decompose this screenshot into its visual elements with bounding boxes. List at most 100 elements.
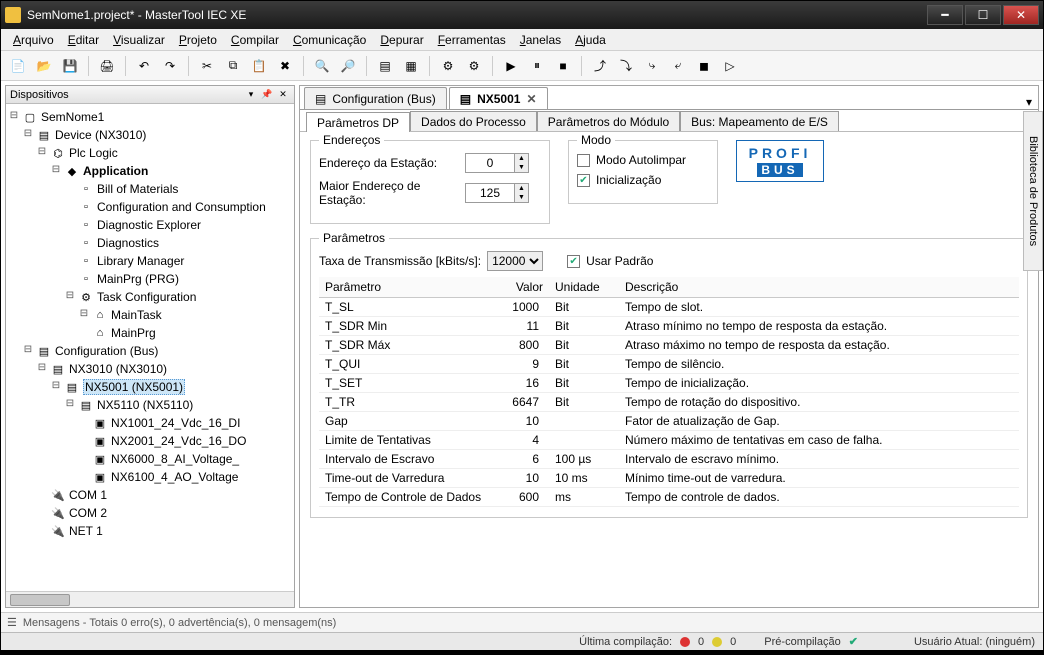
tree-node[interactable]: ▫Diagnostics	[8, 234, 292, 252]
tree-node[interactable]: ⊟▤NX3010 (NX3010)	[8, 360, 292, 378]
itab-1[interactable]: Dados do Processo	[410, 111, 537, 131]
tree-node[interactable]: ▫MainPrg (PRG)	[8, 270, 292, 288]
minimize-button[interactable]: ━	[927, 5, 963, 25]
param-row[interactable]: T_SET16BitTempo de inicialização.	[319, 374, 1019, 393]
find-icon[interactable]: 🔍	[311, 55, 333, 77]
device-tree[interactable]: ⊟▢SemNome1⊟▤Device (NX3010)⊟⌬Plc Logic⊟◆…	[6, 104, 294, 591]
copy-icon[interactable]: ⧉	[222, 55, 244, 77]
param-row[interactable]: Tempo de Controle de Dados600msTempo de …	[319, 488, 1019, 507]
tree-node[interactable]: ▫Library Manager	[8, 252, 292, 270]
check-inicializacao[interactable]: ✔	[577, 174, 590, 187]
step-return-icon[interactable]: ⤶	[667, 55, 689, 77]
tree-node[interactable]: ⊟⌬Plc Logic	[8, 144, 292, 162]
tabs-dropdown-icon[interactable]: ▾	[1026, 95, 1032, 109]
menu-compilar[interactable]: Compilar	[225, 31, 285, 49]
tab-nx5001[interactable]: ▤ NX5001 ✕	[449, 87, 548, 109]
next-icon[interactable]: ▷	[719, 55, 741, 77]
refs-icon[interactable]: ▦	[400, 55, 422, 77]
tree-node[interactable]: ⊟▤NX5110 (NX5110)	[8, 396, 292, 414]
menu-projeto[interactable]: Projeto	[173, 31, 223, 49]
tree-node[interactable]: ▫Diagnostic Explorer	[8, 216, 292, 234]
endereco-value[interactable]	[466, 155, 514, 171]
tree-node[interactable]: ▣NX1001_24_Vdc_16_DI	[8, 414, 292, 432]
tree-node[interactable]: ⊟▤Device (NX3010)	[8, 126, 292, 144]
param-row[interactable]: T_SL1000BitTempo de slot.	[319, 298, 1019, 317]
tree-node[interactable]: ⌂MainPrg	[8, 324, 292, 342]
play-icon[interactable]: ▶	[500, 55, 522, 77]
param-row[interactable]: Intervalo de Escravo6100 µsIntervalo de …	[319, 450, 1019, 469]
step-over-icon[interactable]: ⤴	[589, 55, 611, 77]
param-row[interactable]: T_QUI9BitTempo de silêncio.	[319, 355, 1019, 374]
stop2-icon[interactable]: ◼	[693, 55, 715, 77]
tree-node[interactable]: ▣NX6000_8_AI_Voltage_	[8, 450, 292, 468]
menu-ajuda[interactable]: Ajuda	[569, 31, 612, 49]
paste-icon[interactable]: 📋	[248, 55, 270, 77]
redo-icon[interactable]: ↷	[159, 55, 181, 77]
cut-icon[interactable]: ✂	[196, 55, 218, 77]
menu-comunicação[interactable]: Comunicação	[287, 31, 372, 49]
spin-up-icon[interactable]: ▲	[514, 184, 528, 193]
param-row[interactable]: Limite de Tentativas4Número máximo de te…	[319, 431, 1019, 450]
close-button[interactable]: ✕	[1003, 5, 1039, 25]
biblioteca-produtos-tab[interactable]: Biblioteca de Produtos	[1023, 111, 1043, 271]
tree-node[interactable]: ⊟▤Configuration (Bus)	[8, 342, 292, 360]
tree-node[interactable]: 🔌COM 2	[8, 504, 292, 522]
check-autolimpar[interactable]	[577, 154, 590, 167]
delete-icon[interactable]: ✖	[274, 55, 296, 77]
save-icon[interactable]: 💾	[59, 55, 81, 77]
param-row[interactable]: T_SDR Min11BitAtraso mínimo no tempo de …	[319, 317, 1019, 336]
menu-janelas[interactable]: Janelas	[514, 31, 567, 49]
open-icon[interactable]: 📂	[33, 55, 55, 77]
maior-endereco-value[interactable]	[466, 185, 514, 201]
itab-2[interactable]: Parâmetros do Módulo	[537, 111, 680, 131]
tree-node[interactable]: ⊟▢SemNome1	[8, 108, 292, 126]
param-row[interactable]: Time-out de Varredura1010 msMínimo time-…	[319, 469, 1019, 488]
panel-pin-icon[interactable]: 📌	[260, 88, 274, 102]
tree-node[interactable]: ▫Bill of Materials	[8, 180, 292, 198]
print-icon[interactable]: 🖨	[96, 55, 118, 77]
spin-up-icon[interactable]: ▲	[514, 154, 528, 163]
endereco-estacao-input[interactable]: ▲▼	[465, 153, 529, 173]
tree-hscrollbar[interactable]	[6, 591, 294, 607]
tree-node[interactable]: ▣NX2001_24_Vdc_16_DO	[8, 432, 292, 450]
new-icon[interactable]: 📄	[7, 55, 29, 77]
maior-endereco-input[interactable]: ▲▼	[465, 183, 529, 203]
tree-node[interactable]: ⊟▤NX5001 (NX5001)	[8, 378, 292, 396]
tab-configuration-bus[interactable]: ▤ Configuration (Bus)	[304, 87, 447, 109]
tree-node[interactable]: ▫Configuration and Consumption	[8, 198, 292, 216]
pause-icon[interactable]: ⏸	[526, 55, 548, 77]
param-row[interactable]: T_SDR Máx800BitAtraso máximo no tempo de…	[319, 336, 1019, 355]
spin-down-icon[interactable]: ▼	[514, 193, 528, 202]
tree-node[interactable]: ⊟⚙Task Configuration	[8, 288, 292, 306]
replace-icon[interactable]: 🔎	[337, 55, 359, 77]
tree-node[interactable]: 🔌COM 1	[8, 486, 292, 504]
param-row[interactable]: Gap10Fator de atualização de Gap.	[319, 412, 1019, 431]
step-out-icon[interactable]: ⤷	[641, 55, 663, 77]
tab-close-icon[interactable]: ✕	[526, 92, 536, 106]
menu-ferramentas[interactable]: Ferramentas	[432, 31, 512, 49]
maximize-button[interactable]: ☐	[965, 5, 1001, 25]
step-into-icon[interactable]: ⤵	[615, 55, 637, 77]
tree-node[interactable]: ⊟⌂MainTask	[8, 306, 292, 324]
spin-down-icon[interactable]: ▼	[514, 163, 528, 172]
param-row[interactable]: T_TR6647BitTempo de rotação do dispositi…	[319, 393, 1019, 412]
tree-node[interactable]: ▣NX6100_4_AO_Voltage	[8, 468, 292, 486]
stop-icon[interactable]: ■	[552, 55, 574, 77]
itab-3[interactable]: Bus: Mapeamento de E/S	[680, 111, 839, 131]
tree-node[interactable]: 🔌NET 1	[8, 522, 292, 540]
props-icon[interactable]: ▤	[374, 55, 396, 77]
panel-close-icon[interactable]: ✕	[276, 88, 290, 102]
panel-dropdown-icon[interactable]: ▾	[244, 88, 258, 102]
tree-node[interactable]: ⊟◆Application	[8, 162, 292, 180]
gear-icon[interactable]: ⚙	[437, 55, 459, 77]
check-usar-padrao[interactable]: ✔	[567, 255, 580, 268]
menu-depurar[interactable]: Depurar	[374, 31, 429, 49]
menu-arquivo[interactable]: Arquivo	[7, 31, 60, 49]
itab-0[interactable]: Parâmetros DP	[306, 112, 410, 132]
messages-bar[interactable]: ☰ Mensagens - Totais 0 erro(s), 0 advert…	[1, 612, 1043, 632]
menu-editar[interactable]: Editar	[62, 31, 105, 49]
taxa-transmissao-select[interactable]: 12000	[487, 251, 543, 271]
menu-visualizar[interactable]: Visualizar	[107, 31, 171, 49]
undo-icon[interactable]: ↶	[133, 55, 155, 77]
gear2-icon[interactable]: ⚙	[463, 55, 485, 77]
